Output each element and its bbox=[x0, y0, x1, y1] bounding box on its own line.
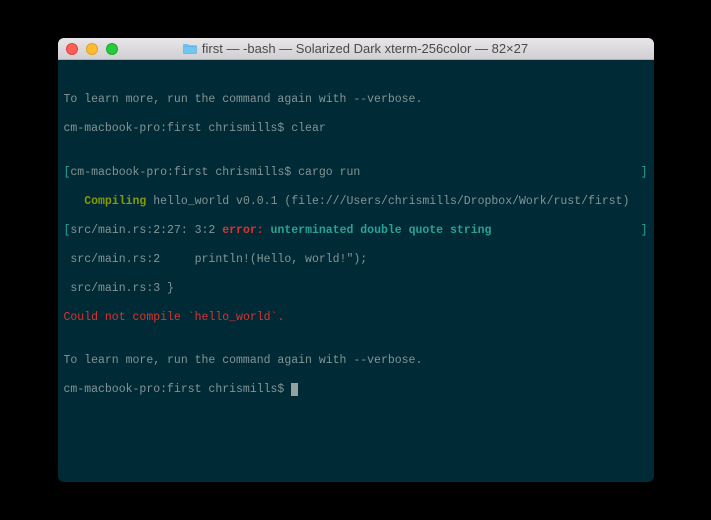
terminal-line: src/main.rs:2 println!(Hello, world!"); bbox=[64, 253, 648, 268]
maximize-button[interactable] bbox=[106, 43, 118, 55]
terminal-line: src/main.rs:3 } bbox=[64, 282, 648, 297]
prompt: cm-macbook-pro:first chrismills$ bbox=[70, 166, 298, 179]
error-label: error: bbox=[222, 224, 263, 237]
terminal-line: Compiling hello_world v0.0.1 (file:///Us… bbox=[64, 195, 648, 210]
terminal-line: cm-macbook-pro:first chrismills$ clear bbox=[64, 122, 648, 137]
terminal-line: [cm-macbook-pro:first chrismills$ cargo … bbox=[64, 166, 648, 181]
terminal-body[interactable]: To learn more, run the command again wit… bbox=[58, 60, 654, 482]
prompt: cm-macbook-pro:first chrismills$ bbox=[64, 383, 292, 396]
terminal-window: first — -bash — Solarized Dark xterm-256… bbox=[58, 38, 654, 482]
window-title: first — -bash — Solarized Dark xterm-256… bbox=[202, 41, 528, 56]
command: clear bbox=[291, 122, 326, 135]
titlebar[interactable]: first — -bash — Solarized Dark xterm-256… bbox=[58, 38, 654, 60]
minimize-button[interactable] bbox=[86, 43, 98, 55]
command: cargo run bbox=[298, 166, 360, 179]
folder-icon bbox=[183, 43, 197, 54]
compile-fail: Could not compile bbox=[64, 311, 188, 324]
terminal-line: [src/main.rs:2:27: 3:2 error: unterminat… bbox=[64, 224, 648, 239]
terminal-line: Could not compile `hello_world`. bbox=[64, 311, 648, 326]
close-button[interactable] bbox=[66, 43, 78, 55]
terminal-line: To learn more, run the command again wit… bbox=[64, 354, 648, 369]
title-content: first — -bash — Solarized Dark xterm-256… bbox=[58, 41, 654, 56]
terminal-line: To learn more, run the command again wit… bbox=[64, 93, 648, 108]
compiling-label: Compiling bbox=[84, 195, 146, 208]
traffic-lights bbox=[66, 43, 118, 55]
cursor bbox=[291, 383, 298, 396]
error-message: unterminated double quote string bbox=[264, 224, 492, 237]
terminal-line: cm-macbook-pro:first chrismills$ bbox=[64, 383, 648, 398]
prompt: cm-macbook-pro:first chrismills$ bbox=[64, 122, 292, 135]
